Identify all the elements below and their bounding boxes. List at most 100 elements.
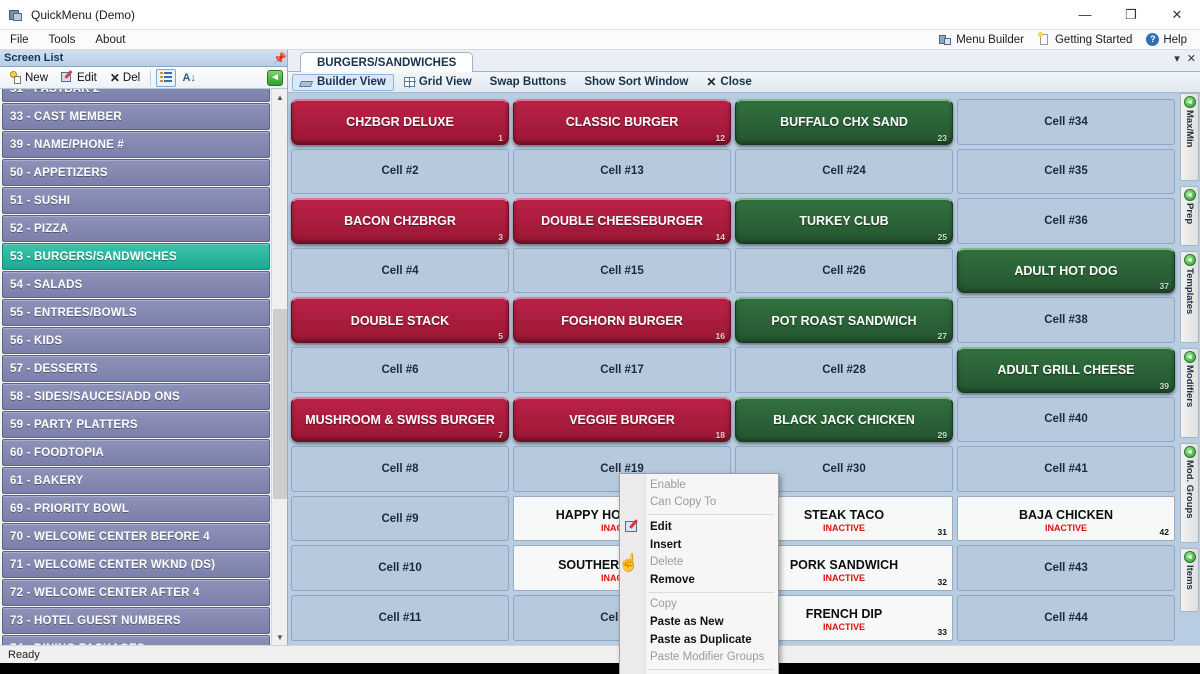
sidebar-item-3[interactable]: 50 - APPETIZERS	[2, 159, 270, 186]
empty-cell-button[interactable]: Cell #24	[735, 148, 953, 195]
context-menu-item-remove[interactable]: Remove	[620, 571, 778, 589]
sidebar-item-14[interactable]: 61 - BAKERY	[2, 467, 270, 494]
sidebar-item-1[interactable]: 33 - CAST MEMBER	[2, 103, 270, 130]
sidebar-item-18[interactable]: 72 - WELCOME CENTER AFTER 4	[2, 579, 270, 606]
empty-cell-button[interactable]: Cell #8	[291, 446, 509, 492]
sidebar-item-8[interactable]: 55 - ENTREES/BOWLS	[2, 299, 270, 326]
sidebar-item-7[interactable]: 54 - SALADS	[2, 271, 270, 298]
menu-item-button[interactable]: FOGHORN BURGER 16	[513, 297, 731, 343]
side-tab-prep[interactable]: Prep	[1180, 186, 1199, 246]
menu-item-button[interactable]: DOUBLE STACK 5	[291, 297, 509, 343]
sidebar-item-9[interactable]: 56 - KIDS	[2, 327, 270, 354]
empty-cell-button[interactable]: Cell #38	[957, 297, 1175, 343]
menu-item-button[interactable]: CLASSIC BURGER 12	[513, 99, 731, 145]
edit-screen-button[interactable]: Edit	[56, 69, 102, 86]
collapse-panel-icon[interactable]: ◄	[267, 69, 283, 86]
menu-file[interactable]: File	[0, 32, 39, 48]
menu-item-button[interactable]: MUSHROOM & SWISS BURGER 7	[291, 396, 509, 443]
context-menu[interactable]: Enable Can Copy To Edit Insert Delete Remove C…	[619, 473, 779, 674]
sidebar-item-17[interactable]: 71 - WELCOME CENTER WKND (DS)	[2, 551, 270, 578]
tab-burgers-sandwiches[interactable]: BURGERS/SANDWICHES	[300, 52, 474, 72]
sidebar-item-15[interactable]: 69 - PRIORITY BOWL	[2, 495, 270, 522]
sidebar-item-label: 71 - WELCOME CENTER WKND (DS)	[10, 558, 216, 571]
empty-cell-button[interactable]: Cell #10	[291, 545, 509, 591]
sidebar-item-11[interactable]: 58 - SIDES/SAUCES/ADD ONS	[2, 383, 270, 410]
pin-icon[interactable]: 📌	[273, 52, 287, 65]
grid-view-button[interactable]: Grid View	[396, 74, 480, 90]
menu-item-button[interactable]: TURKEY CLUB 25	[735, 198, 953, 244]
menu-item-button[interactable]: BACON CHZBRGR 3	[291, 198, 509, 244]
menu-item-button[interactable]: BUFFALO CHX SAND 23	[735, 99, 953, 145]
empty-cell-button[interactable]: Cell #44	[957, 594, 1175, 641]
empty-cell-button[interactable]: Cell #11	[291, 594, 509, 641]
menu-tools[interactable]: Tools	[39, 32, 86, 48]
sidebar-item-19[interactable]: 73 - HOTEL GUEST NUMBERS	[2, 607, 270, 634]
empty-cell-button[interactable]: Cell #4	[291, 247, 509, 294]
menu-item-button[interactable]: BAJA CHICKEN INACTIVE 42	[957, 495, 1175, 542]
empty-cell-button[interactable]: Cell #36	[957, 198, 1175, 244]
menu-item-button[interactable]: ADULT GRILL CHEESE 39	[957, 346, 1175, 393]
menu-item-button[interactable]: BLACK JACK CHICKEN 29	[735, 396, 953, 443]
empty-cell-button[interactable]: Cell #26	[735, 247, 953, 294]
scroll-up-arrow[interactable]: ▲	[272, 89, 287, 105]
side-tab-items[interactable]: Items	[1180, 548, 1199, 612]
menu-item-button[interactable]: VEGGIE BURGER 18	[513, 396, 731, 443]
sidebar-item-10[interactable]: 57 - DESSERTS	[2, 355, 270, 382]
sidebar-item-6[interactable]: 53 - BURGERS/SANDWICHES	[2, 243, 270, 270]
empty-cell-button[interactable]: Cell #6	[291, 346, 509, 393]
context-menu-item-edit[interactable]: Edit	[620, 518, 778, 536]
empty-cell-button[interactable]: Cell #15	[513, 247, 731, 294]
swap-buttons-button[interactable]: Swap Buttons	[482, 74, 575, 90]
getting-started-button[interactable]: Getting Started	[1031, 32, 1139, 47]
side-tab-max-min[interactable]: Max/Min	[1180, 93, 1199, 181]
scrollbar-thumb[interactable]	[273, 309, 287, 499]
close-window-button[interactable]: ✕	[1154, 0, 1200, 30]
context-menu-item-insert[interactable]: Insert	[620, 536, 778, 554]
side-tab-label: Modifiers	[1184, 365, 1195, 408]
sidebar-item-13[interactable]: 60 - FOODTOPIA	[2, 439, 270, 466]
side-tab-modifiers[interactable]: Modifiers	[1180, 348, 1199, 438]
menu-builder-button[interactable]: Menu Builder	[932, 32, 1031, 47]
screen-list-scrollbar[interactable]: ▲ ▼	[271, 89, 287, 645]
context-menu-item-paste-as-new[interactable]: Paste as New	[620, 613, 778, 631]
help-button[interactable]: ? Help	[1139, 32, 1194, 47]
empty-cell-button[interactable]: Cell #2	[291, 148, 509, 195]
empty-cell-button[interactable]: Cell #28	[735, 346, 953, 393]
menu-item-button[interactable]: CHZBGR DELUXE 1	[291, 99, 509, 145]
sidebar-item-12[interactable]: 59 - PARTY PLATTERS	[2, 411, 270, 438]
show-sort-window-button[interactable]: Show Sort Window	[576, 74, 696, 90]
empty-cell-button[interactable]: Cell #34	[957, 99, 1175, 145]
empty-cell-button[interactable]: Cell #41	[957, 446, 1175, 492]
list-view-button[interactable]	[156, 68, 177, 87]
menu-item-button[interactable]: POT ROAST SANDWICH 27	[735, 297, 953, 343]
sidebar-item-5[interactable]: 52 - PIZZA	[2, 215, 270, 242]
builder-view-button[interactable]: Builder View	[292, 73, 394, 91]
sidebar-item-2[interactable]: 39 - NAME/PHONE #	[2, 131, 270, 158]
sidebar-item-0[interactable]: 51 - FASTBAR 2	[2, 89, 270, 102]
empty-cell-button[interactable]: Cell #9	[291, 495, 509, 542]
menu-about[interactable]: About	[85, 32, 135, 48]
sort-button[interactable]: A↓	[179, 69, 199, 87]
maximize-button[interactable]: ❐	[1108, 0, 1154, 30]
minimize-button[interactable]: —	[1062, 0, 1108, 30]
context-menu-item-paste-as-duplicate[interactable]: Paste as Duplicate	[620, 631, 778, 649]
delete-screen-button[interactable]: ✕ Del	[105, 70, 145, 86]
empty-cell-button[interactable]: Cell #35	[957, 148, 1175, 195]
new-screen-button[interactable]: New	[4, 69, 53, 86]
scroll-down-arrow[interactable]: ▼	[272, 629, 287, 645]
empty-cell-button[interactable]: Cell #13	[513, 148, 731, 195]
side-tab-templates[interactable]: Templates	[1180, 251, 1199, 343]
side-tab-mod-groups[interactable]: Mod. Groups	[1180, 443, 1199, 543]
sidebar-item-16[interactable]: 70 - WELCOME CENTER BEFORE 4	[2, 523, 270, 550]
screen-list[interactable]: 51 - FASTBAR 2 33 - CAST MEMBER 39 - NAME/…	[0, 89, 287, 645]
chevron-down-icon[interactable]: ▾	[1174, 52, 1180, 65]
empty-cell-button[interactable]: Cell #40	[957, 396, 1175, 443]
sidebar-item-4[interactable]: 51 - SUSHI	[2, 187, 270, 214]
close-icon[interactable]: ✕	[1187, 52, 1196, 65]
close-view-button[interactable]: ✕ Close	[698, 74, 759, 90]
empty-cell-button[interactable]: Cell #43	[957, 545, 1175, 591]
menu-item-button[interactable]: DOUBLE CHEESEBURGER 14	[513, 198, 731, 244]
sidebar-item-20[interactable]: 74 - DINING PACKAGES	[2, 635, 270, 645]
empty-cell-button[interactable]: Cell #17	[513, 346, 731, 393]
menu-item-button[interactable]: ADULT HOT DOG 37	[957, 247, 1175, 294]
